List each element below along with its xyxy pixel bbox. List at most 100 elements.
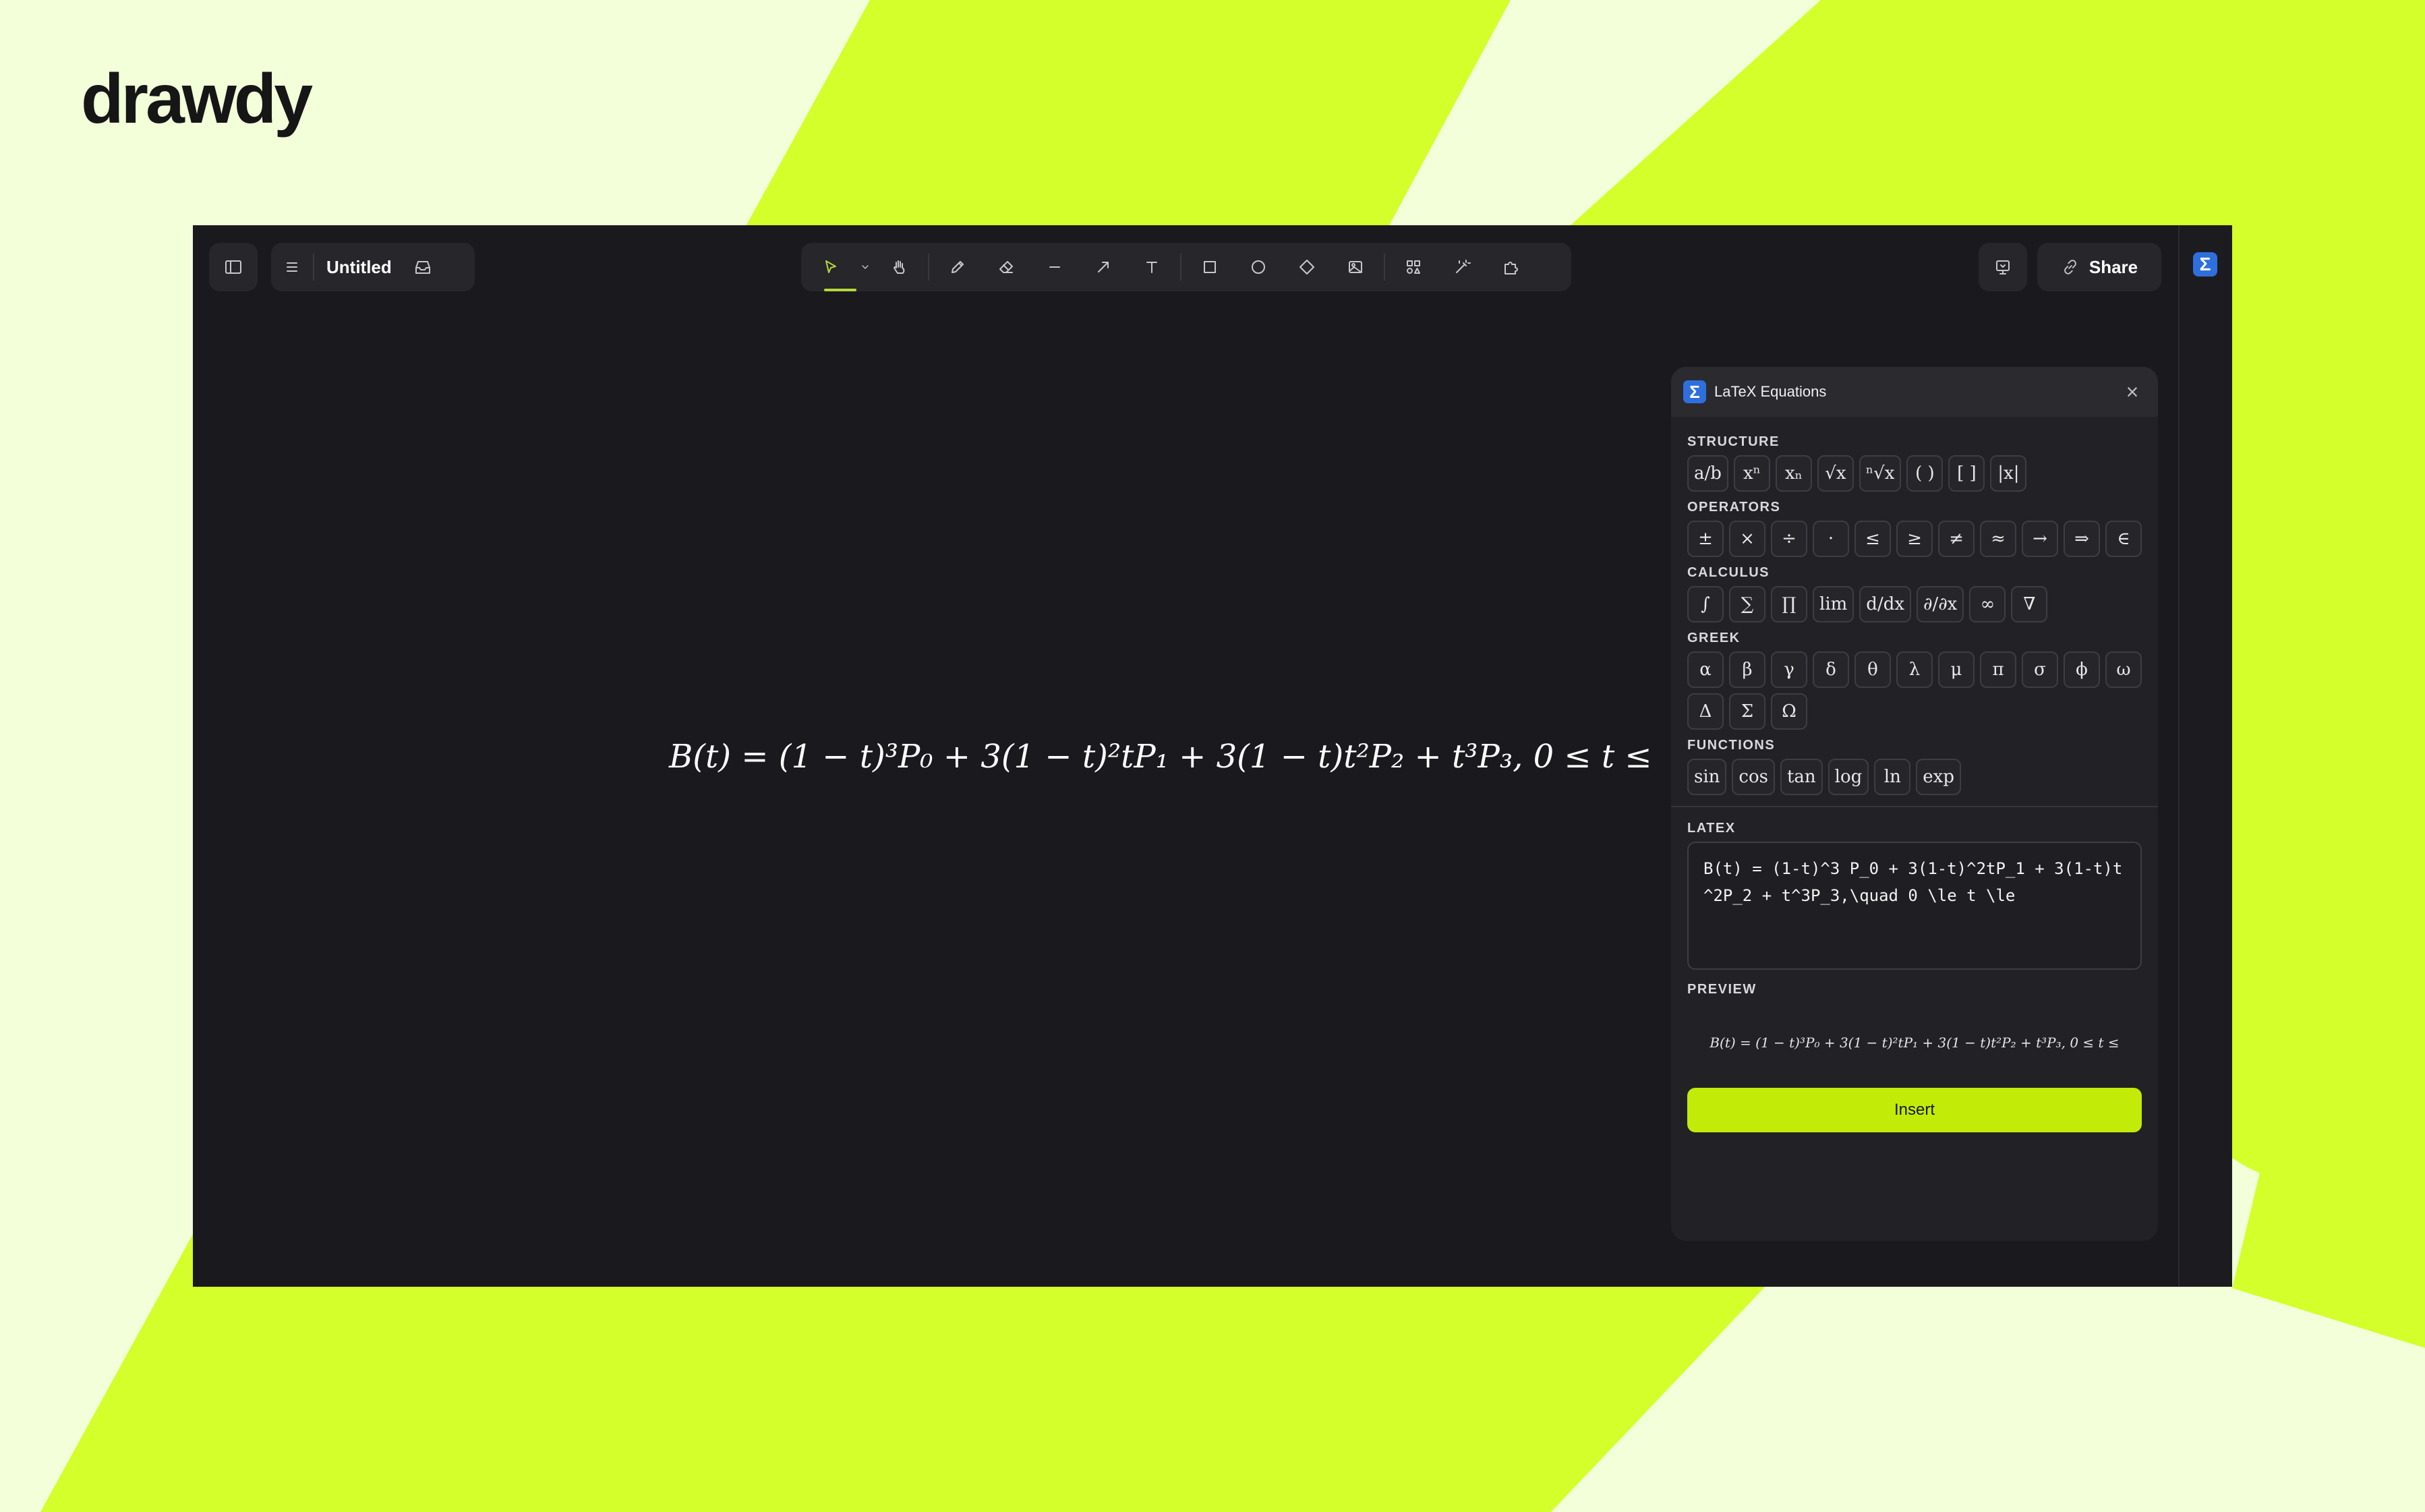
main-toolbar <box>801 243 1571 291</box>
greek-symbol-button[interactable]: Ω <box>1771 693 1807 730</box>
link-icon <box>2064 260 2076 274</box>
insert-button[interactable]: Insert <box>1687 1088 2142 1132</box>
document-title[interactable]: Untitled <box>326 257 392 278</box>
structure-symbol-button[interactable]: |x| <box>1990 455 2027 492</box>
equation-preview: B(t) = (1 − t)³P₀ + 3(1 − t)²tP₁ + 3(1 −… <box>1710 1035 2120 1051</box>
close-icon[interactable]: × <box>2119 380 2146 405</box>
latex-extension-icon[interactable]: Σ <box>2193 252 2217 277</box>
functions-symbol-button[interactable]: exp <box>1916 759 1961 795</box>
structure-symbol-button[interactable]: ( ) <box>1906 455 1944 492</box>
operators-symbol-button[interactable]: × <box>1729 521 1765 557</box>
greek-symbol-button[interactable]: ω <box>2105 651 2142 688</box>
operators-symbol-button[interactable]: · <box>1813 521 1849 557</box>
magic-wand-icon <box>1456 260 1471 273</box>
latex-input[interactable]: B(t) = (1-t)^3 P_0 + 3(1-t)^2tP_1 + 3(1-… <box>1687 842 2142 970</box>
rectangle-tool-button[interactable] <box>1186 243 1234 291</box>
toolbar-divider <box>928 254 929 281</box>
menu-button[interactable] <box>271 243 313 291</box>
calculus-symbol-button[interactable]: ∑ <box>1729 586 1765 622</box>
structure-symbol-button[interactable]: √x <box>1817 455 1854 492</box>
greek-symbol-button[interactable]: γ <box>1771 651 1807 688</box>
operators-symbol-button[interactable]: ≠ <box>1938 521 1975 557</box>
magic-tool-button[interactable] <box>1438 243 1486 291</box>
greek-symbol-button[interactable]: θ <box>1854 651 1891 688</box>
hand-tool-button[interactable] <box>875 243 924 291</box>
calculus-symbol-button[interactable]: ∂/∂x <box>1917 586 1964 622</box>
structure-symbol-button[interactable]: a/b <box>1687 455 1728 492</box>
operators-symbol-button[interactable]: ≈ <box>1980 521 2016 557</box>
structure-buttons: a/b xⁿ xₙ √x ⁿ√x( )[ ] |x| <box>1687 455 2142 492</box>
chevron-down-icon <box>862 265 869 269</box>
hamburger-icon <box>287 262 297 272</box>
greek-symbol-button[interactable]: π <box>1980 651 2016 688</box>
structure-symbol-button[interactable]: xⁿ <box>1733 455 1770 492</box>
square-icon <box>1204 261 1216 273</box>
structure-symbol-button[interactable]: xₙ <box>1775 455 1812 492</box>
calculus-section-label: CALCULUS <box>1687 565 1770 580</box>
structure-symbol-button[interactable]: ⁿ√x <box>1859 455 1902 492</box>
toolbar-divider <box>1384 254 1385 281</box>
sidebar-toggle-button[interactable] <box>209 243 258 291</box>
library-button[interactable] <box>404 243 442 291</box>
present-button[interactable] <box>1979 243 2027 291</box>
functions-symbol-button[interactable]: tan <box>1780 759 1823 795</box>
functions-symbol-button[interactable]: sin <box>1687 759 1727 795</box>
greek-symbol-button[interactable]: α <box>1687 651 1724 688</box>
toolbar-divider <box>1180 254 1181 281</box>
greek-symbol-button[interactable]: δ <box>1813 651 1849 688</box>
functions-symbol-button[interactable]: log <box>1828 759 1869 795</box>
inbox-icon <box>415 261 430 274</box>
sidebar-icon <box>225 260 241 274</box>
circle-icon <box>1252 260 1265 274</box>
calculus-buttons: ∫ ∑ ∏ lim d/dx ∂/∂x ∞ ∇ <box>1687 586 2142 622</box>
diamond-tool-button[interactable] <box>1283 243 1331 291</box>
select-tool-button[interactable] <box>807 243 856 291</box>
eraser-tool-button[interactable] <box>982 243 1030 291</box>
greek-symbol-button[interactable]: Σ <box>1729 693 1765 730</box>
calculus-symbol-button[interactable]: d/dx <box>1859 586 1912 622</box>
calculus-symbol-button[interactable]: ∏ <box>1771 586 1807 622</box>
functions-symbol-button[interactable]: cos <box>1732 759 1775 795</box>
divider <box>313 254 314 281</box>
panel-header: Σ LaTeX Equations × <box>1671 367 2158 417</box>
arrow-tool-button[interactable] <box>1079 243 1128 291</box>
image-tool-button[interactable] <box>1331 243 1380 291</box>
operators-symbol-button[interactable]: ≤ <box>1854 521 1891 557</box>
operators-symbol-button[interactable]: ⇒ <box>2064 521 2100 557</box>
pencil-tool-button[interactable] <box>933 243 982 291</box>
line-tool-button[interactable] <box>1030 243 1079 291</box>
canvas-equation[interactable]: B(t) = (1 − t)³P₀ + 3(1 − t)²tP₁ + 3(1 −… <box>669 738 1652 776</box>
ellipse-tool-button[interactable] <box>1234 243 1283 291</box>
calculus-symbol-button[interactable]: ∇ <box>2011 586 2048 622</box>
structure-symbol-button[interactable]: [ ] <box>1948 455 1985 492</box>
hand-icon <box>894 260 905 274</box>
operators-section-label: OPERATORS <box>1687 500 1781 515</box>
calculus-symbol-button[interactable]: ∞ <box>1969 586 2006 622</box>
brand-logo: drawdy <box>81 60 313 138</box>
line-icon <box>1049 266 1060 268</box>
cursor-icon <box>825 260 836 273</box>
greek-symbol-button[interactable]: ϕ <box>2064 651 2100 688</box>
plugins-button[interactable] <box>1486 243 1535 291</box>
text-tool-button[interactable] <box>1128 243 1176 291</box>
extensions-strip: Σ <box>2178 225 2232 1287</box>
shapes-library-button[interactable] <box>1389 243 1438 291</box>
greek-symbol-button[interactable]: Δ <box>1687 693 1724 730</box>
greek-symbol-button[interactable]: σ <box>2022 651 2058 688</box>
calculus-symbol-button[interactable]: ∫ <box>1687 586 1724 622</box>
greek-symbol-button[interactable]: μ <box>1938 651 1975 688</box>
operators-symbol-button[interactable]: ∈ <box>2105 521 2142 557</box>
panel-title: LaTeX Equations <box>1714 383 1827 400</box>
puzzle-icon <box>1504 262 1518 274</box>
greek-symbol-button[interactable]: β <box>1729 651 1765 688</box>
operators-symbol-button[interactable]: → <box>2022 521 2058 557</box>
greek-symbol-button[interactable]: λ <box>1896 651 1933 688</box>
operators-symbol-button[interactable]: ÷ <box>1771 521 1807 557</box>
functions-symbol-button[interactable]: ln <box>1874 759 1911 795</box>
select-tool-dropdown[interactable] <box>855 243 875 291</box>
shapes-icon <box>1407 260 1420 274</box>
operators-symbol-button[interactable]: ≥ <box>1896 521 1933 557</box>
share-button[interactable]: Share <box>2037 243 2161 291</box>
calculus-symbol-button[interactable]: lim <box>1813 586 1854 622</box>
operators-symbol-button[interactable]: ± <box>1687 521 1724 557</box>
